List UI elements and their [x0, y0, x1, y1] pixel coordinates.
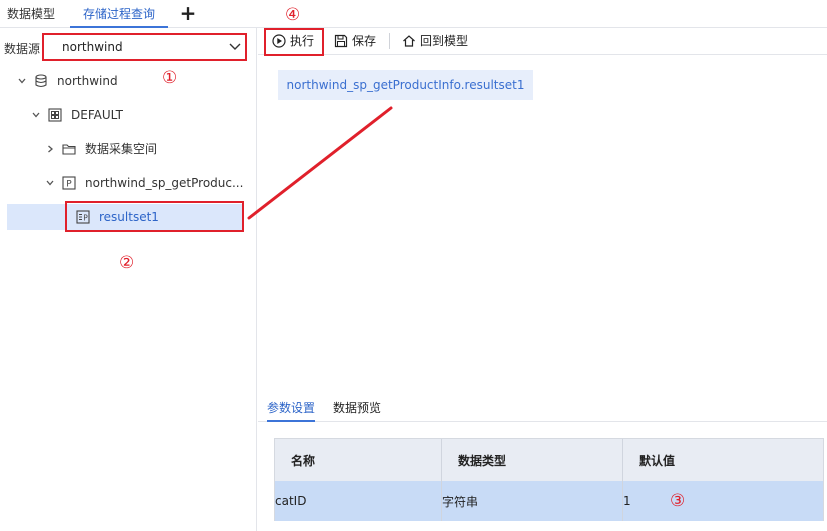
save-icon — [334, 34, 348, 48]
tab-data-preview[interactable]: 数据预览 — [333, 394, 381, 422]
cell-param-name[interactable]: catID — [275, 481, 435, 521]
database-icon — [35, 74, 47, 88]
tab-data-model[interactable]: 数据模型 — [7, 0, 55, 28]
schema-icon — [48, 108, 62, 122]
save-label: 保存 — [352, 34, 377, 48]
datasource-select-value: northwind — [62, 40, 123, 54]
add-tab-button[interactable]: + — [179, 3, 197, 23]
svg-text:P: P — [66, 180, 72, 190]
folder-icon — [62, 144, 76, 155]
annotation-line — [247, 106, 393, 220]
top-tab-bar: 数据模型 存储过程查询 + — [0, 0, 827, 28]
chevron-down-icon[interactable] — [32, 111, 40, 119]
tree-item-label: DEFAULT — [71, 108, 123, 122]
tree-item-label: northwind_sp_getProduc... — [85, 176, 244, 190]
toolbar-divider — [389, 33, 390, 49]
tree-item-label: 数据采集空间 — [85, 142, 158, 156]
chevron-down-icon — [229, 43, 241, 50]
procedure-icon: P — [62, 176, 76, 190]
callout-3: ③ — [670, 491, 686, 511]
tree-item-label: northwind — [57, 74, 118, 88]
callout-2: ② — [119, 253, 135, 273]
callout-1: ① — [162, 68, 178, 88]
toolbar: 执行 保存 回到模型 — [258, 28, 827, 55]
table-header: 名称 数据类型 默认值 — [275, 439, 823, 481]
chevron-down-icon[interactable] — [18, 77, 26, 85]
tab-parameter-settings[interactable]: 参数设置 — [267, 394, 316, 422]
resultset-chip[interactable]: northwind_sp_getProductInfo.resultset1 — [278, 70, 533, 100]
tree-item-schema[interactable]: DEFAULT — [0, 102, 250, 128]
datasource-select[interactable]: northwind — [42, 33, 247, 61]
column-divider — [441, 439, 442, 521]
column-header-type: 数据类型 — [458, 453, 507, 468]
bottom-tab-bar: 参数设置 数据预览 — [258, 394, 827, 422]
tree-item-procedure[interactable]: P northwind_sp_getProduc... — [0, 170, 250, 196]
column-divider — [622, 439, 623, 521]
column-header-name: 名称 — [291, 453, 316, 468]
chevron-right-icon[interactable] — [46, 145, 54, 153]
parameter-table: 名称 数据类型 默认值 catID 字符串 1 — [274, 438, 824, 521]
back-to-model-button[interactable]: 回到模型 — [402, 28, 476, 55]
table-row[interactable]: catID 字符串 1 — [275, 481, 823, 521]
tree-item-folder[interactable]: 数据采集空间 — [0, 136, 250, 162]
back-to-model-label: 回到模型 — [420, 34, 469, 48]
annotation-box-resultset — [65, 201, 244, 232]
callout-4: ④ — [285, 5, 301, 25]
cell-param-type[interactable]: 字符串 — [442, 481, 612, 521]
left-panel: 数据源 northwind northwind DEFAULT 数据采集空间 P… — [0, 28, 257, 531]
cell-param-default[interactable]: 1 — [623, 481, 803, 521]
annotation-box-execute — [264, 28, 324, 56]
home-return-icon — [403, 35, 415, 47]
save-button[interactable]: 保存 — [334, 28, 382, 55]
tree-item-database[interactable]: northwind — [0, 68, 250, 94]
chevron-down-icon[interactable] — [46, 179, 54, 187]
column-header-default: 默认值 — [639, 453, 676, 468]
tab-stored-procedure-query[interactable]: 存储过程查询 — [70, 0, 168, 28]
datasource-label: 数据源 — [4, 42, 41, 56]
